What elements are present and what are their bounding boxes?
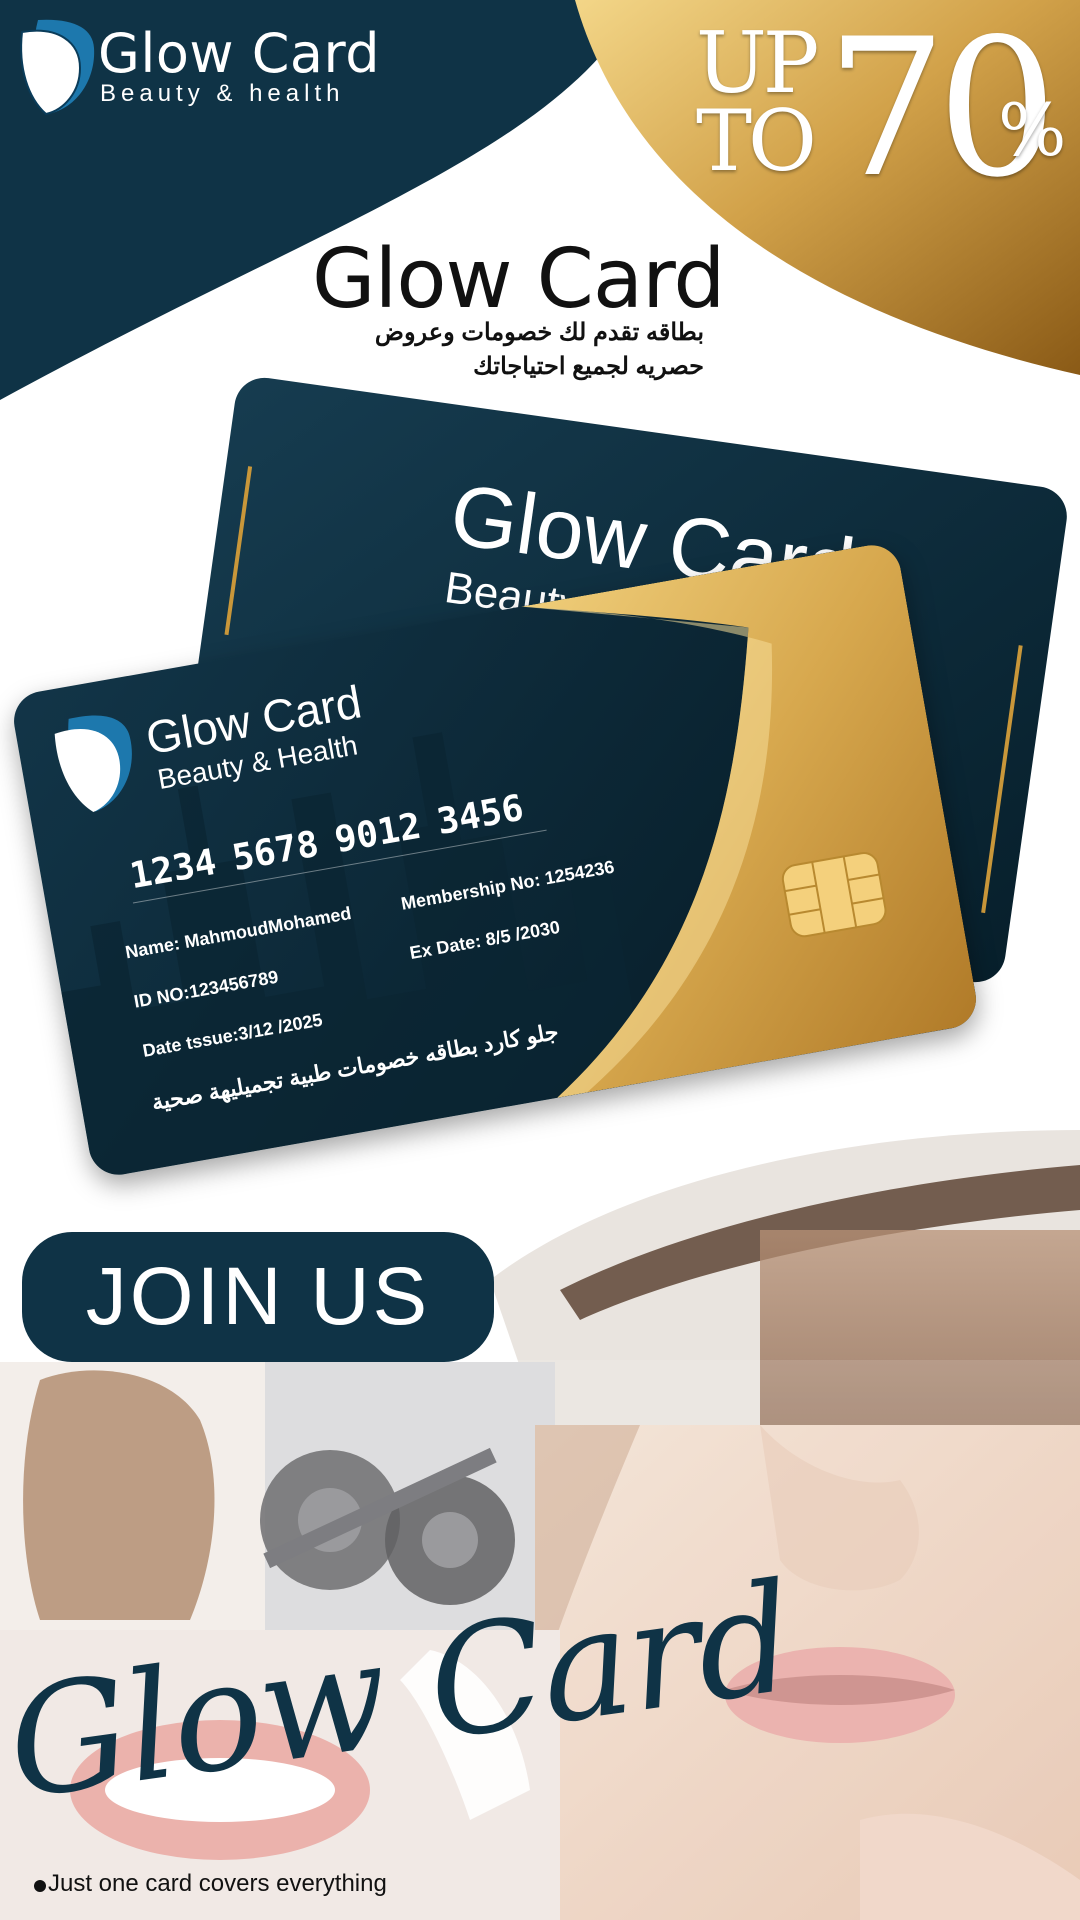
footer-text: Just one card covers everything	[48, 1870, 387, 1897]
brand-name: Glow Card	[98, 22, 381, 85]
join-us-button[interactable]: JOIN US	[22, 1232, 494, 1362]
card-leaf-logo-icon	[54, 715, 132, 812]
join-us-label: JOIN US	[85, 1251, 431, 1342]
main-title: Glow Card	[312, 232, 725, 327]
back-card-gold-line-right	[981, 645, 1023, 914]
leaf-logo-icon	[20, 19, 95, 116]
back-card-gold-line-left	[224, 466, 253, 636]
arabic-line-2: حصريه لجميع احتياجاتك	[473, 353, 704, 380]
footer-bullet-icon	[34, 1880, 46, 1892]
brand-logo	[18, 18, 96, 116]
arabic-line-1: بطاقه تقدم لك خصومات وعروض	[374, 319, 704, 346]
brand-tagline: Beauty & health	[100, 80, 345, 107]
promo-percent: %	[998, 88, 1067, 172]
promo-to: TO	[696, 92, 817, 190]
